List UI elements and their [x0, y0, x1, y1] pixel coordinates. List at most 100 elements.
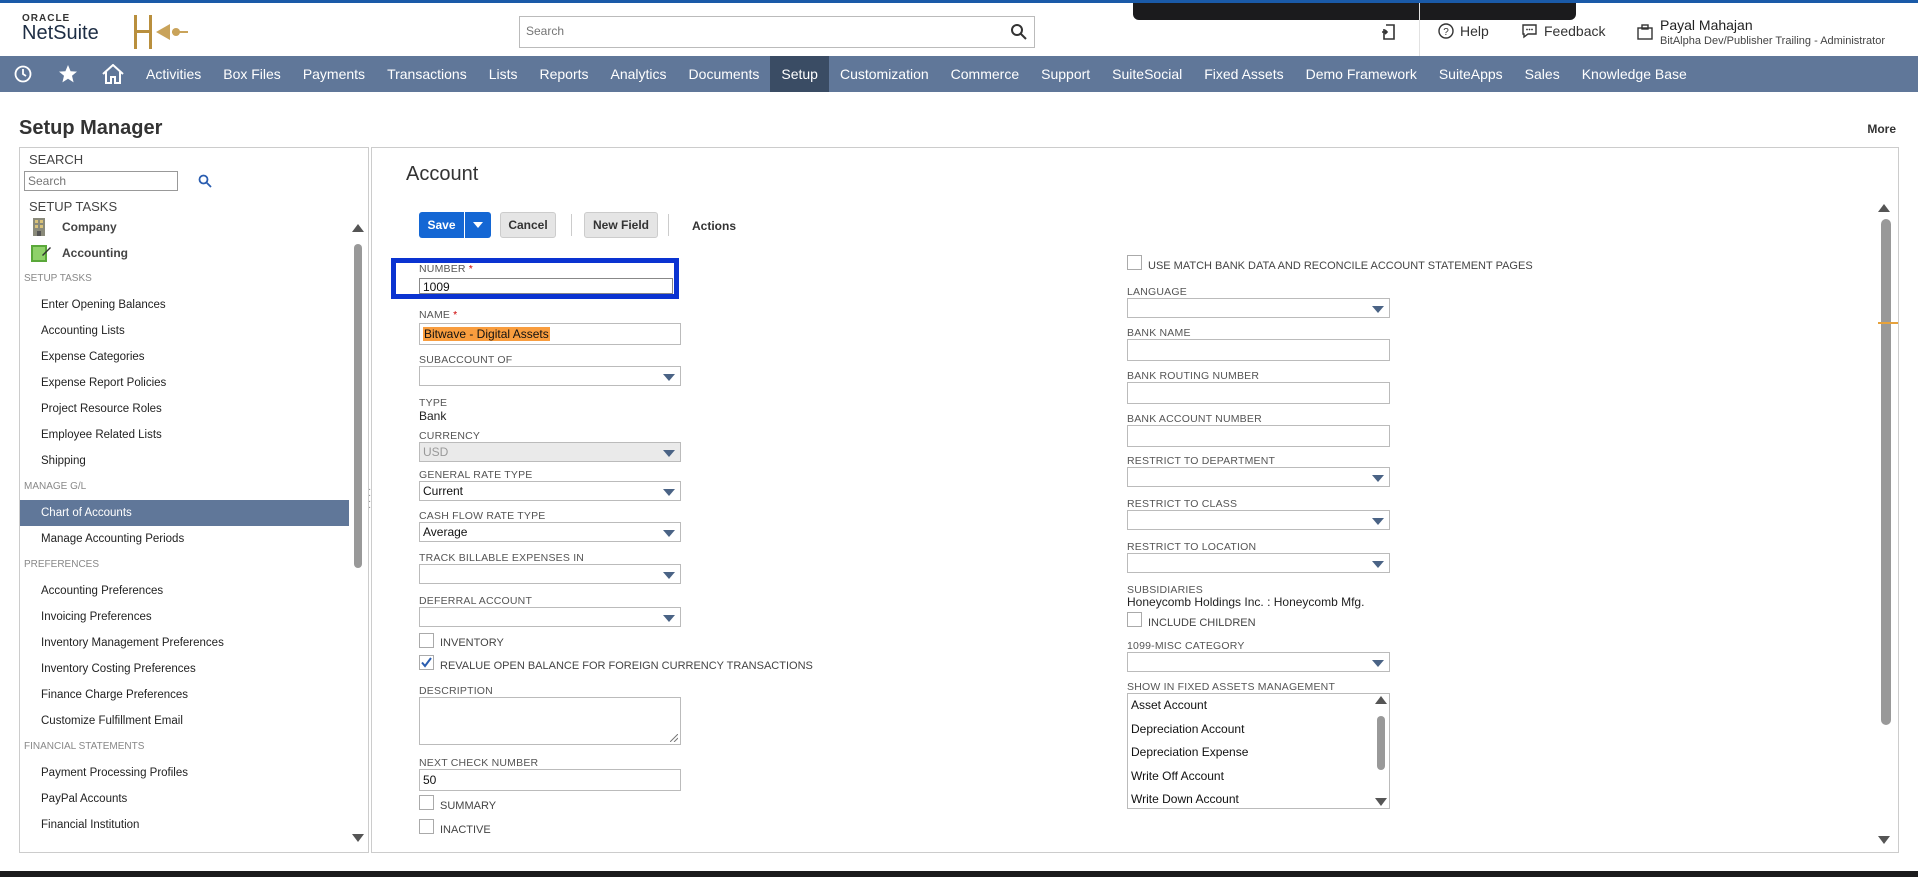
favorites-star-icon[interactable] — [45, 56, 90, 92]
help-link[interactable]: ? Help — [1438, 23, 1489, 39]
sidebar-item-expense-categories[interactable]: Expense Categories — [20, 344, 368, 370]
sidebar-item-financial-institution[interactable]: Financial Institution — [20, 812, 368, 838]
scroll-down-icon[interactable] — [1375, 798, 1387, 806]
scroll-down-icon[interactable] — [1878, 836, 1890, 844]
name-input[interactable]: Bitwave - Digital Assets — [419, 323, 681, 345]
nav-lists[interactable]: Lists — [478, 56, 529, 92]
netsuite-logo[interactable]: ORACLE NetSuite — [22, 13, 99, 45]
feedback-link[interactable]: Feedback — [1521, 23, 1605, 39]
actions-menu[interactable]: Actions — [692, 219, 736, 233]
sidebar-search-icon[interactable] — [198, 174, 212, 188]
nav-fixed-assets[interactable]: Fixed Assets — [1193, 56, 1294, 92]
resize-grip-icon[interactable] — [670, 734, 678, 742]
number-input[interactable]: 1009 — [419, 278, 673, 294]
sidebar-task-company[interactable]: Company — [20, 214, 368, 240]
sidebar-item-payment-processing-profiles[interactable]: Payment Processing Profiles — [20, 760, 368, 786]
nav-sales[interactable]: Sales — [1514, 56, 1571, 92]
sidebar-item-shipping[interactable]: Shipping — [20, 448, 368, 474]
sidebar-item-chart-of-accounts[interactable]: Chart of Accounts — [20, 500, 349, 526]
misc-1099-category-select[interactable] — [1127, 652, 1390, 672]
summary-checkbox[interactable] — [419, 795, 434, 810]
next-check-number-input[interactable]: 50 — [419, 769, 681, 791]
nav-activities[interactable]: Activities — [135, 56, 212, 92]
fixed-assets-multiselect[interactable]: Asset Account Depreciation Account Depre… — [1127, 693, 1390, 809]
restrict-department-select[interactable] — [1127, 467, 1390, 487]
nav-box-files[interactable]: Box Files — [212, 56, 292, 92]
nav-analytics[interactable]: Analytics — [600, 56, 678, 92]
sidebar-search-input[interactable] — [25, 172, 175, 190]
listbox-scrollbar[interactable] — [1375, 696, 1387, 806]
track-billable-expenses-select[interactable] — [419, 564, 681, 584]
restrict-class-select[interactable] — [1127, 510, 1390, 530]
main-scrollbar[interactable] — [1878, 204, 1892, 844]
description-textarea[interactable] — [419, 697, 681, 745]
search-icon[interactable] — [1010, 23, 1028, 41]
role-switch-icon[interactable] — [1636, 23, 1654, 41]
sidebar-item-project-resource-roles[interactable]: Project Resource Roles — [20, 396, 368, 422]
global-search-input[interactable] — [520, 17, 990, 45]
sidebar-item-enter-opening-balances[interactable]: Enter Opening Balances — [20, 292, 368, 318]
save-options-button[interactable] — [465, 212, 491, 238]
listbox-scroll-thumb[interactable] — [1377, 716, 1385, 770]
new-field-button[interactable]: New Field — [584, 212, 658, 238]
scroll-up-icon[interactable] — [1878, 204, 1890, 212]
subaccount-select[interactable] — [419, 366, 681, 386]
nav-demo-framework[interactable]: Demo Framework — [1295, 56, 1428, 92]
cancel-button[interactable]: Cancel — [500, 212, 556, 238]
save-button[interactable]: Save — [419, 212, 464, 238]
sidebar-item-inventory-costing-preferences[interactable]: Inventory Costing Preferences — [20, 656, 368, 682]
sidebar-item-manage-accounting-periods[interactable]: Manage Accounting Periods — [20, 526, 368, 552]
bank-account-number-input[interactable] — [1127, 425, 1390, 447]
sidebar-item-inventory-management-preferences[interactable]: Inventory Management Preferences — [20, 630, 368, 656]
revalue-checkbox[interactable] — [419, 655, 434, 670]
sidebar-item-employee-related-lists[interactable]: Employee Related Lists — [20, 422, 368, 448]
inventory-checkbox[interactable] — [419, 633, 434, 648]
list-item[interactable]: Depreciation Account — [1128, 718, 1389, 742]
sidebar-item-finance-charge-preferences[interactable]: Finance Charge Preferences — [20, 682, 368, 708]
sidebar-search-box[interactable] — [24, 171, 178, 191]
recent-records-icon[interactable] — [1381, 23, 1399, 41]
nav-documents[interactable]: Documents — [678, 56, 771, 92]
sidebar-item-accounting-preferences[interactable]: Accounting Preferences — [20, 578, 368, 604]
scroll-up-icon[interactable] — [1375, 696, 1387, 704]
sidebar-item-invoicing-preferences[interactable]: Invoicing Preferences — [20, 604, 368, 630]
nav-customization[interactable]: Customization — [829, 56, 940, 92]
user-menu[interactable]: Payal Mahajan BitAlpha Dev/Publisher Tra… — [1660, 17, 1885, 47]
bank-routing-number-input[interactable] — [1127, 382, 1390, 404]
sidebar-task-accounting[interactable]: Accounting — [20, 240, 368, 266]
language-select[interactable] — [1127, 298, 1390, 318]
nav-commerce[interactable]: Commerce — [940, 56, 1030, 92]
sidebar-scrollbar[interactable] — [352, 224, 364, 842]
include-children-checkbox[interactable] — [1127, 612, 1142, 627]
list-item[interactable]: Write Off Account — [1128, 765, 1389, 789]
recent-icon[interactable] — [0, 56, 45, 92]
global-search[interactable] — [519, 16, 1035, 48]
nav-transactions[interactable]: Transactions — [376, 56, 478, 92]
nav-suiteapps[interactable]: SuiteApps — [1428, 56, 1514, 92]
inactive-checkbox[interactable] — [419, 819, 434, 834]
home-icon[interactable] — [90, 56, 135, 92]
scroll-up-icon[interactable] — [352, 224, 364, 232]
scroll-down-icon[interactable] — [352, 834, 364, 842]
nav-payments[interactable]: Payments — [292, 56, 376, 92]
nav-suitesocial[interactable]: SuiteSocial — [1101, 56, 1193, 92]
list-item[interactable]: Depreciation Expense — [1128, 741, 1389, 765]
list-item[interactable]: Write Down Account — [1128, 788, 1389, 812]
deferral-account-select[interactable] — [419, 607, 681, 627]
sidebar-scroll-thumb[interactable] — [354, 244, 362, 568]
general-rate-type-select[interactable]: Current — [419, 481, 681, 501]
sidebar-item-accounting-lists[interactable]: Accounting Lists — [20, 318, 368, 344]
main-scroll-thumb[interactable] — [1881, 219, 1891, 725]
bank-name-input[interactable] — [1127, 339, 1390, 361]
nav-reports[interactable]: Reports — [528, 56, 599, 92]
restrict-location-select[interactable] — [1127, 553, 1390, 573]
sidebar-item-expense-report-policies[interactable]: Expense Report Policies — [20, 370, 368, 396]
list-item[interactable]: Asset Account — [1128, 694, 1389, 718]
cash-flow-rate-type-select[interactable]: Average — [419, 522, 681, 542]
more-link[interactable]: More — [1867, 122, 1896, 136]
sidebar-item-customize-fulfillment-email[interactable]: Customize Fulfillment Email — [20, 708, 368, 734]
nav-knowledge-base[interactable]: Knowledge Base — [1571, 56, 1698, 92]
nav-setup[interactable]: Setup — [770, 56, 829, 92]
nav-support[interactable]: Support — [1030, 56, 1101, 92]
sidebar-item-paypal-accounts[interactable]: PayPal Accounts — [20, 786, 368, 812]
